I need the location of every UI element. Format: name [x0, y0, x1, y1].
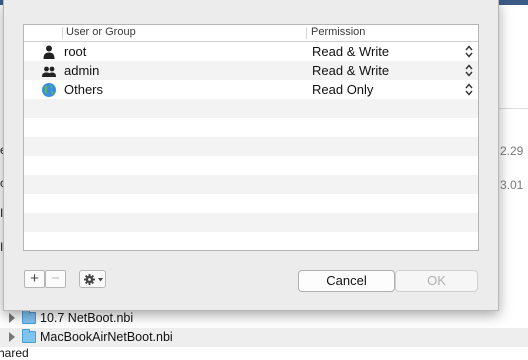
- globe-icon: [42, 83, 56, 97]
- empty-row: [24, 194, 478, 213]
- column-separator: [306, 27, 307, 39]
- empty-row: [24, 232, 478, 250]
- background-divider: [498, 108, 528, 109]
- updown-arrows-icon[interactable]: [465, 45, 473, 58]
- column-separator: [62, 27, 63, 39]
- permission-select[interactable]: Read Only: [312, 82, 373, 97]
- permission-select[interactable]: Read & Write: [312, 63, 389, 78]
- updown-arrows-icon[interactable]: [465, 64, 473, 77]
- gear-icon: [84, 274, 95, 285]
- table-row[interactable]: admin Read & Write: [24, 61, 478, 80]
- empty-row: [24, 137, 478, 156]
- folder-icon: [22, 329, 36, 343]
- remove-user-button[interactable]: −: [45, 270, 66, 288]
- empty-row: [24, 213, 478, 232]
- single-user-icon: [43, 45, 55, 59]
- folder-name: MacBookAirNetBoot.nbi: [40, 330, 173, 344]
- column-header-user-or-group[interactable]: User or Group: [66, 26, 136, 38]
- table-row[interactable]: Others Read Only: [24, 80, 478, 99]
- list-item[interactable]: 10.7 NetBoot.nbi: [0, 309, 528, 328]
- user-name: Others: [64, 82, 104, 97]
- add-user-button[interactable]: +: [24, 270, 45, 288]
- shared-label: hared: [0, 346, 29, 360]
- empty-row: [24, 156, 478, 175]
- empty-row: [24, 175, 478, 194]
- updown-arrows-icon[interactable]: [465, 83, 473, 96]
- background-value: 3.01: [500, 178, 524, 192]
- folder-name: 10.7 NetBoot.nbi: [40, 311, 134, 325]
- permissions-sheet: User or Group Permission root Read & Wri…: [3, 0, 499, 311]
- empty-row: [24, 118, 478, 137]
- chevron-down-icon: [98, 278, 103, 282]
- disclosure-triangle-icon[interactable]: [9, 313, 15, 323]
- table-header: User or Group Permission: [24, 25, 478, 42]
- permission-select[interactable]: Read & Write: [312, 44, 389, 59]
- table-row[interactable]: root Read & Write: [24, 42, 478, 61]
- column-header-permission[interactable]: Permission: [311, 26, 365, 38]
- background-value: 2.29: [500, 144, 524, 158]
- user-name: root: [64, 44, 87, 59]
- group-users-icon: [42, 66, 56, 77]
- cancel-button[interactable]: Cancel: [298, 270, 395, 292]
- permissions-table: User or Group Permission root Read & Wri…: [23, 24, 479, 251]
- disclosure-triangle-icon[interactable]: [9, 332, 15, 342]
- empty-row: [24, 99, 478, 118]
- action-menu-button[interactable]: [79, 270, 106, 288]
- ok-button[interactable]: OK: [395, 270, 478, 292]
- user-name: admin: [64, 63, 100, 78]
- list-item[interactable]: MacBookAirNetBoot.nbi: [0, 328, 528, 347]
- folder-icon: [22, 310, 36, 324]
